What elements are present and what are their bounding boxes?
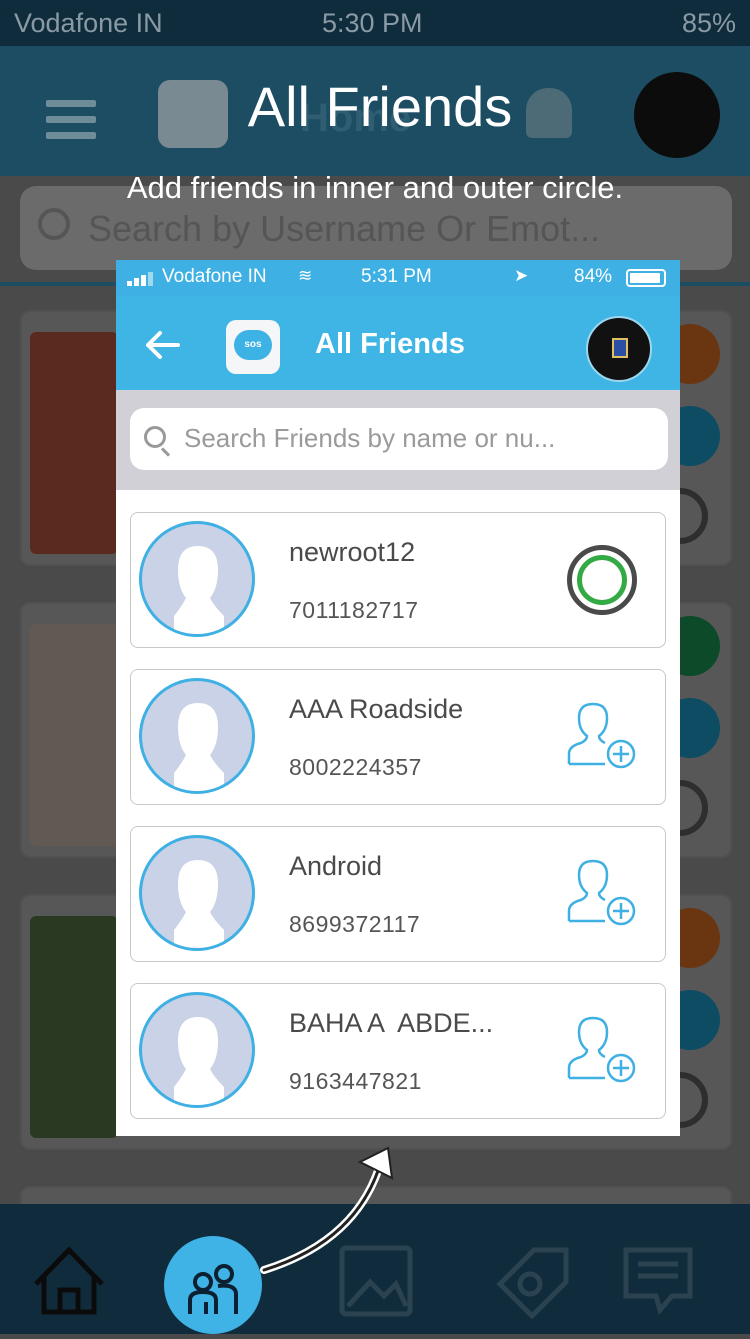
annotation-arrow [260, 1146, 394, 1274]
